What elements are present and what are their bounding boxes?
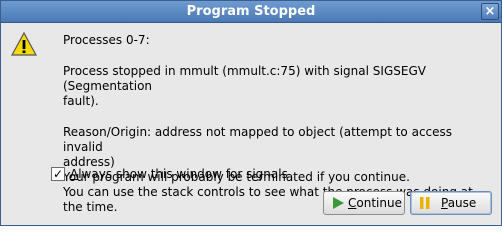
close-icon: × bbox=[484, 4, 496, 19]
pause-button[interactable]: Pause bbox=[410, 191, 492, 215]
continue-button[interactable]: Continue bbox=[323, 191, 405, 215]
window-title: Program Stopped bbox=[186, 4, 316, 19]
always-show-label[interactable]: Always show this window for signals bbox=[70, 167, 288, 181]
message-line: Processes 0-7: bbox=[63, 33, 150, 47]
play-icon bbox=[333, 197, 344, 209]
message-line: Reason/Origin: address not mapped to obj… bbox=[63, 125, 456, 154]
message-line: fault). bbox=[63, 94, 99, 108]
pause-icon bbox=[420, 197, 430, 209]
program-stopped-dialog: Program Stopped × Processes 0-7: Process… bbox=[0, 0, 502, 226]
close-button[interactable]: × bbox=[481, 3, 499, 20]
checkmark-icon: ✓ bbox=[52, 167, 64, 181]
warning-icon bbox=[11, 32, 37, 56]
always-show-checkbox[interactable]: ✓ bbox=[51, 167, 65, 181]
title-bar[interactable]: Program Stopped × bbox=[1, 1, 501, 23]
message-line: Process stopped in mmult (mmult.c:75) wi… bbox=[63, 64, 430, 93]
pause-label: Pause bbox=[441, 196, 477, 210]
message-text: Processes 0-7: Process stopped in mmult … bbox=[63, 33, 493, 215]
continue-label: Continue bbox=[348, 196, 402, 210]
